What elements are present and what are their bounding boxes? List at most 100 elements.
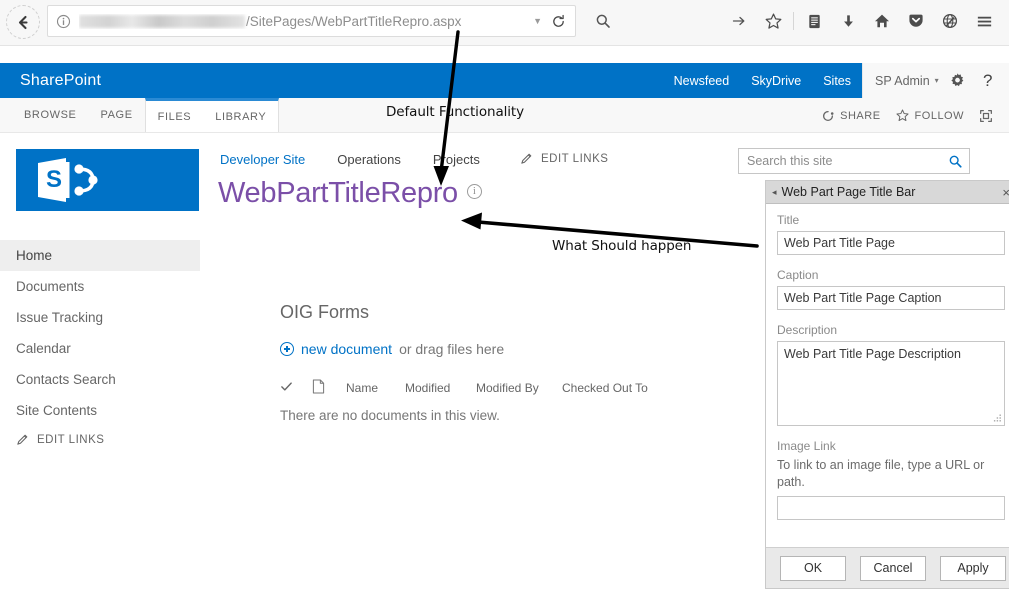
follow-button[interactable]: FOLLOW [890,108,969,123]
library-title: OIG Forms [280,302,369,322]
topnav-item-projects[interactable]: Projects [433,152,512,167]
url-bar[interactable]: /SitePages/WebPartTitleRepro.aspx ▼ [47,5,576,37]
search-icon[interactable] [948,154,963,169]
reload-icon[interactable] [551,14,575,29]
drag-files-hint: or drag files here [399,341,505,357]
user-name: SP Admin [875,73,930,88]
web-part-panel-header: ◂ Web Part Page Title Bar × [766,181,1009,204]
annotation-default-functionality: Default Functionality [386,104,524,120]
share-label: SHARE [840,109,881,122]
pencil-icon [17,434,28,445]
ok-button[interactable]: OK [780,555,846,581]
focus-on-content-button[interactable] [973,108,999,124]
plus-circle-icon [280,342,294,356]
share-button[interactable]: SHARE [816,109,885,123]
topnav-item-operations[interactable]: Operations [337,152,433,167]
suite-right-region: SP Admin ▾ ? [862,63,1009,98]
globe-pen-icon[interactable] [933,5,967,37]
info-icon[interactable]: i [466,184,482,199]
follow-label: FOLLOW [914,109,964,122]
url-redacted-host [79,14,245,28]
resize-grip-icon[interactable] [993,414,1002,423]
page-title-text[interactable]: WebPartTitleRepro [218,177,458,210]
ribbon-actions: SHARE FOLLOW [816,98,999,133]
ribbon-tab-browse[interactable]: BROWSE [12,98,89,132]
sidebar-item-site-contents[interactable]: Site Contents [0,395,200,426]
suite-link-skydrive[interactable]: SkyDrive [740,63,812,98]
caption-input[interactable]: Web Part Title Page Caption [777,286,1005,310]
search-icon [596,14,610,28]
description-textarea[interactable]: Web Part Title Page Description [777,341,1005,426]
image-link-input[interactable] [777,496,1005,520]
browser-toolbar-icons [722,5,1001,37]
image-link-label: Image Link [777,439,836,453]
column-header-modified[interactable]: Modified [405,381,476,395]
share-icon [823,110,834,121]
downloads-icon[interactable] [831,5,865,37]
sidebar-item-calendar[interactable]: Calendar [0,333,200,364]
close-icon[interactable]: × [1002,185,1009,200]
hamburger-menu-icon[interactable] [967,5,1001,37]
annotation-what-should-happen: What Should happen [552,238,692,254]
left-navigation: Home Documents Issue Tracking Calendar C… [0,240,200,426]
library-empty-message: There are no documents in this view. [280,408,500,423]
settings-gear-button[interactable] [943,63,973,98]
sidebar-edit-links-button[interactable]: EDIT LINKS [16,433,104,446]
suite-links: Newsfeed SkyDrive Sites [663,63,862,98]
topnav-item-developer-site[interactable]: Developer Site [220,152,337,167]
column-header-modified-by[interactable]: Modified By [476,381,562,395]
chevron-down-icon: ▾ [934,76,939,85]
help-question-icon: ? [982,70,993,90]
checkmark-icon[interactable] [280,380,312,396]
sidebar-item-documents[interactable]: Documents [0,271,200,302]
chevron-down-icon[interactable]: ▼ [524,16,551,26]
info-identity-icon[interactable] [56,14,71,29]
sidebar-item-home[interactable]: Home [0,240,200,271]
ribbon-tab-page[interactable]: PAGE [89,98,145,132]
gear-icon [951,73,964,87]
sidebar-item-contacts-search[interactable]: Contacts Search [0,364,200,395]
suite-link-sites[interactable]: Sites [812,63,862,98]
back-arrow-icon [18,15,28,29]
home-icon[interactable] [865,5,899,37]
web-part-panel-title: Web Part Page Title Bar [781,185,916,199]
ribbon-tab-library[interactable]: LIBRARY [203,101,278,132]
bookmark-star-icon[interactable] [756,5,790,37]
top-navigation: Developer Site Operations Projects [220,152,512,167]
column-header-checked-out-to[interactable]: Checked Out To [562,381,648,395]
back-button[interactable] [6,5,40,39]
collapse-caret-icon[interactable]: ◂ [772,187,777,198]
suite-brand[interactable]: SharePoint [20,63,101,98]
url-text[interactable]: /SitePages/WebPartTitleRepro.aspx [79,14,524,29]
sharepoint-logo[interactable]: S [16,149,199,211]
new-document-link[interactable]: new document [301,341,392,357]
apply-button[interactable]: Apply [940,555,1006,581]
topnav-edit-links-label: EDIT LINKS [541,152,609,165]
search-box[interactable]: Search this site [738,148,970,174]
library-column-headers: Name Modified Modified By Checked Out To [280,379,648,397]
title-input[interactable]: Web Part Title Page [777,231,1005,255]
description-field-label: Description [777,323,838,337]
pocket-icon[interactable] [899,5,933,37]
user-menu[interactable]: SP Admin ▾ [863,74,943,88]
reading-list-icon[interactable] [797,5,831,37]
focus-on-content-icon [980,109,992,122]
sidebar-item-issue-tracking[interactable]: Issue Tracking [0,302,200,333]
description-textarea-value: Web Part Title Page Description [784,347,961,361]
web-part-properties-panel: ◂ Web Part Page Title Bar × Title Web Pa… [765,180,1009,589]
help-button[interactable]: ? [973,63,1003,98]
column-header-name[interactable]: Name [346,381,405,395]
ribbon-tab-files[interactable]: FILES [146,101,204,132]
url-path: /SitePages/WebPartTitleRepro.aspx [246,13,462,29]
browser-search-button[interactable] [577,5,629,37]
contextual-tab-group: FILES LIBRARY [144,98,280,132]
document-icon[interactable] [312,379,346,397]
go-arrow-icon[interactable] [722,5,756,37]
new-document-row: new document or drag files here [280,341,504,357]
topnav-edit-links-button[interactable]: EDIT LINKS [520,152,608,165]
search-input-placeholder[interactable]: Search this site [747,154,948,168]
suite-link-newsfeed[interactable]: Newsfeed [663,63,741,98]
cancel-button[interactable]: Cancel [860,555,926,581]
